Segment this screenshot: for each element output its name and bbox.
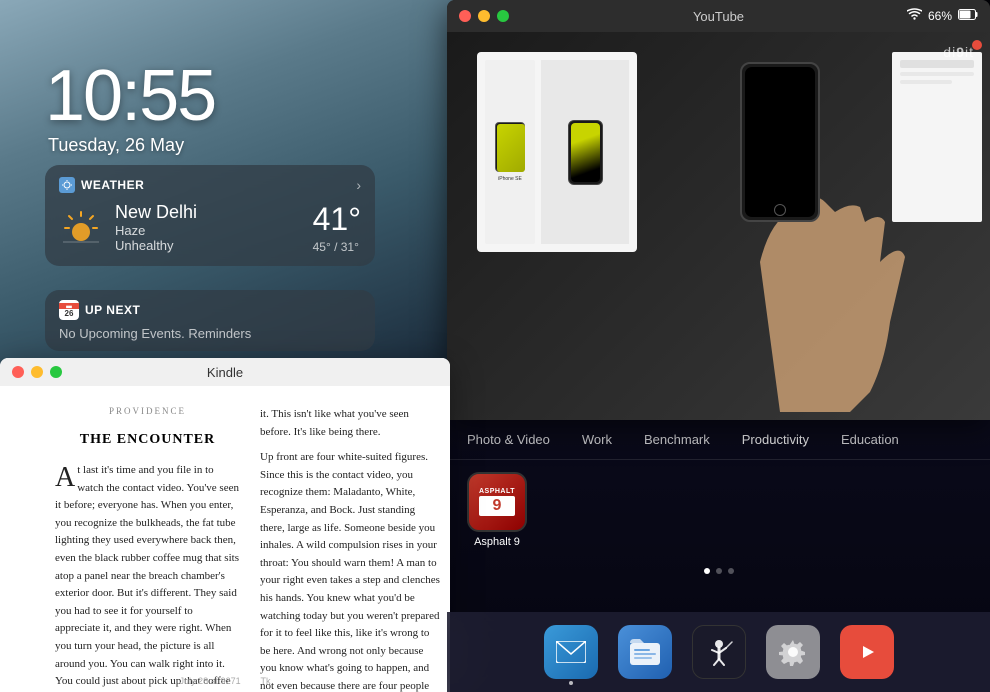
weather-widget[interactable]: WEATHER › New Delhi xyxy=(45,165,375,266)
youtube-window-title: YouTube xyxy=(693,9,744,24)
dock-active-indicator xyxy=(569,681,573,685)
category-tab-work[interactable]: Work xyxy=(566,432,628,447)
calendar-badge: ▄▄ 26 xyxy=(59,300,79,320)
youtube-notification-dot xyxy=(972,40,982,50)
battery-indicator: 66% xyxy=(928,9,952,23)
dot-3 xyxy=(728,568,734,574)
ios-lock-screen: 10:55 Tuesday, 26 May WEATHER › xyxy=(0,0,460,370)
app-grid-row: ASPHALT 9 Asphalt 9 xyxy=(467,472,970,548)
ios-date: Tuesday, 26 May xyxy=(48,135,184,156)
kindle-dropcap: A xyxy=(55,464,75,492)
asphalt9-label: Asphalt 9 xyxy=(474,536,520,548)
battery-icon xyxy=(958,9,978,23)
upnext-content: No Upcoming Events. Reminders xyxy=(59,326,361,341)
app-grid: ASPHALT 9 Asphalt 9 xyxy=(447,460,990,560)
category-tab-education[interactable]: Education xyxy=(825,432,915,447)
kindle-left-margin xyxy=(0,386,45,692)
youtube-close-button[interactable] xyxy=(459,10,471,22)
kindle-right-text: it. This isn't like what you've seen bef… xyxy=(250,386,450,692)
category-tab-photo-video[interactable]: Photo & Video xyxy=(467,432,566,447)
kindle-close-button[interactable] xyxy=(12,366,24,378)
category-tab-productivity[interactable]: Productivity xyxy=(726,432,825,447)
status-bar: 66% xyxy=(907,8,978,23)
kindle-page-info: July 28 at 9271 Tk xyxy=(180,676,271,686)
asphalt9-icon[interactable]: ASPHALT 9 xyxy=(467,472,527,532)
youtube-video-player[interactable]: iPhone SE xyxy=(447,32,990,420)
kindle-reading-content[interactable]: PROVIDENCE THE ENCOUNTER At last it's ti… xyxy=(0,386,450,692)
wifi-icon xyxy=(907,8,922,23)
weather-title: WEATHER xyxy=(81,178,144,192)
dock-youtube-icon[interactable] xyxy=(840,625,894,679)
kindle-chapter-title: THE ENCOUNTER xyxy=(55,432,240,448)
kindle-body-left: At last it's time and you file in to wat… xyxy=(55,462,240,692)
dock-mail-icon[interactable] xyxy=(544,625,598,679)
kindle-window: Kindle PROVIDENCE THE ENCOUNTER At last … xyxy=(0,358,450,692)
weather-chevron-icon: › xyxy=(356,177,361,193)
category-tabs: Photo & Video Work Benchmark Productivit… xyxy=(447,420,990,460)
weather-sun-icon xyxy=(59,206,103,250)
dock-files-icon[interactable] xyxy=(618,625,672,679)
video-packaging xyxy=(892,52,982,222)
youtube-maximize-button[interactable] xyxy=(497,10,509,22)
dock-mainstage-icon[interactable] xyxy=(692,625,746,679)
upnext-title: UP NEXT xyxy=(85,303,140,317)
digit-watermark: di9it xyxy=(943,44,974,60)
asphalt-app-item[interactable]: ASPHALT 9 Asphalt 9 xyxy=(467,472,527,548)
weather-temp: 41° xyxy=(313,201,361,238)
kindle-left-text: PROVIDENCE THE ENCOUNTER At last it's ti… xyxy=(45,386,250,692)
weather-health: Unhealthy xyxy=(115,238,301,253)
dock-settings-icon[interactable] xyxy=(766,625,820,679)
weather-city: New Delhi xyxy=(115,202,301,223)
dot-2 xyxy=(716,568,722,574)
category-tab-benchmark[interactable]: Benchmark xyxy=(628,432,726,447)
video-iphone-box: iPhone SE xyxy=(477,52,637,252)
weather-condition: Haze xyxy=(115,223,301,238)
kindle-window-title: Kindle xyxy=(207,365,243,380)
ipad-dock xyxy=(447,612,990,692)
kindle-minimize-button[interactable] xyxy=(31,366,43,378)
weather-range: 45° / 31° xyxy=(313,240,361,254)
kindle-maximize-button[interactable] xyxy=(50,366,62,378)
kindle-section-label: PROVIDENCE xyxy=(55,406,240,416)
kindle-titlebar: Kindle xyxy=(0,358,450,386)
youtube-minimize-button[interactable] xyxy=(478,10,490,22)
dot-1 xyxy=(704,568,710,574)
dots-indicator xyxy=(447,560,990,582)
upnext-widget[interactable]: ▄▄ 26 UP NEXT No Upcoming Events. Remind… xyxy=(45,290,375,351)
weather-app-icon xyxy=(59,177,75,193)
youtube-window: YouTube iPhone SE xyxy=(447,0,990,420)
ios-clock: 10:55 xyxy=(45,55,215,137)
